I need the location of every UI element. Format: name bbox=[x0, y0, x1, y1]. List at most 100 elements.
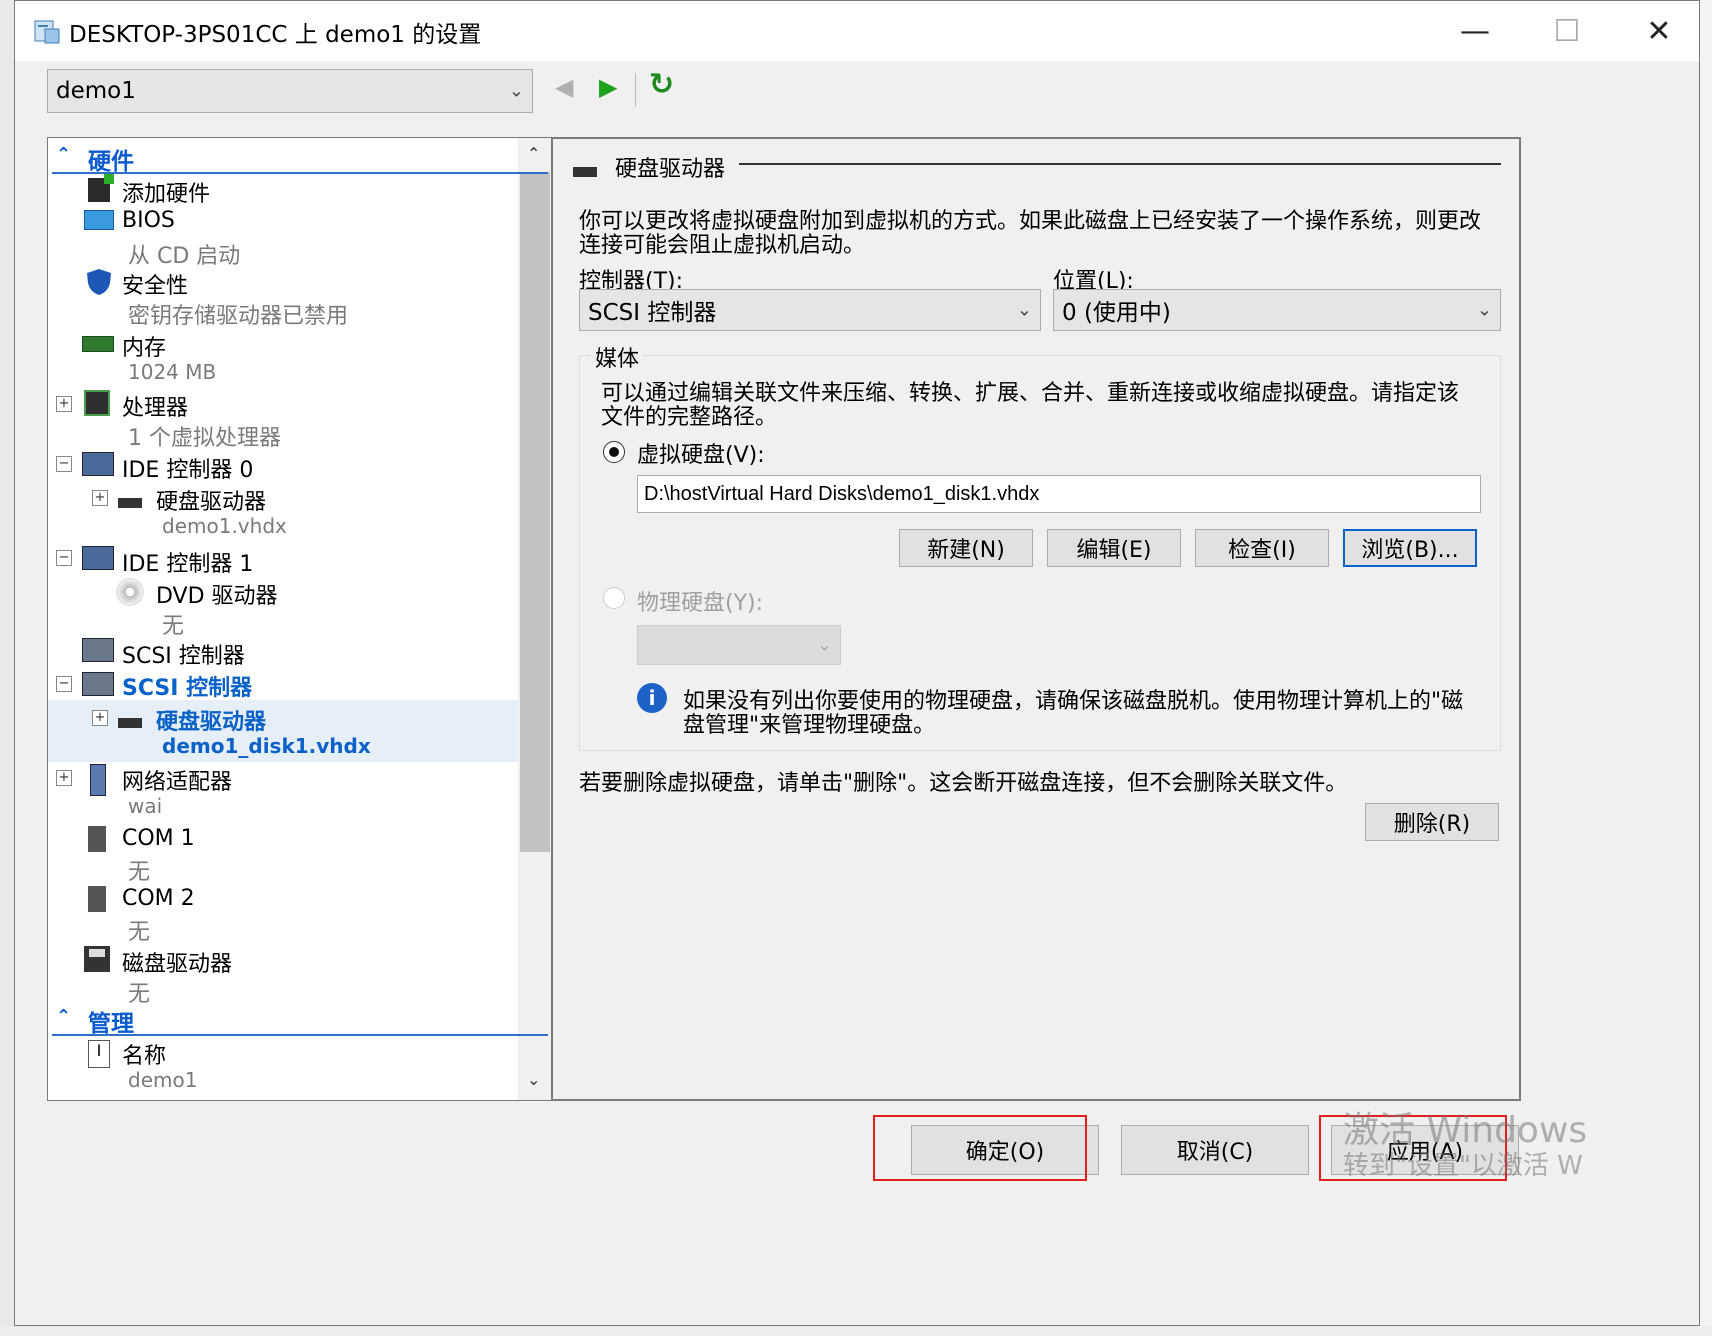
tree-scsi-disk-sub: demo1_disk1.vhdx bbox=[162, 734, 371, 758]
tree-bios-sub: 从 CD 启动 bbox=[128, 244, 241, 269]
tree-bios[interactable]: BIOS bbox=[122, 208, 175, 233]
tree-floppy[interactable]: 磁盘驱动器 bbox=[122, 946, 232, 978]
settings-window: DESKTOP-3PS01CC 上 demo1 的设置 — ☐ ✕ demo1 … bbox=[14, 0, 1700, 1326]
vm-selector[interactable]: demo1 ⌄ bbox=[47, 69, 533, 113]
shield-icon bbox=[86, 268, 112, 300]
scroll-down-icon[interactable]: ⌄ bbox=[527, 1070, 540, 1089]
new-button[interactable]: 新建(N) bbox=[899, 529, 1033, 567]
tree-com2-sub: 无 bbox=[128, 920, 151, 945]
management-section-header[interactable]: ⌃ 管理 bbox=[52, 1004, 548, 1037]
refresh-icon[interactable]: ↻ bbox=[649, 67, 674, 102]
physical-disk-radio[interactable] bbox=[603, 587, 625, 609]
hard-disk-icon bbox=[573, 167, 597, 177]
collapse-icon: ⌃ bbox=[56, 1006, 72, 1027]
activation-watermark-2: 转到"设置"以激活 W bbox=[1343, 1151, 1583, 1181]
tree-ide0-disk[interactable]: 硬盘驱动器 bbox=[156, 484, 266, 516]
com-port-icon bbox=[88, 826, 106, 852]
tree-memory-sub: 1024 MB bbox=[128, 360, 217, 384]
expand-icon[interactable]: + bbox=[92, 490, 108, 506]
toolbar-divider bbox=[635, 73, 636, 107]
vm-selector-value: demo1 bbox=[56, 78, 136, 104]
tree-com1[interactable]: COM 1 bbox=[122, 826, 195, 851]
tree-nic[interactable]: 网络适配器 bbox=[122, 764, 232, 796]
tree-scrollbar[interactable]: ⌃ ⌄ bbox=[518, 138, 552, 1100]
expand-icon[interactable]: + bbox=[56, 396, 72, 412]
edit-button[interactable]: 编辑(E) bbox=[1047, 529, 1181, 567]
hard-disk-icon bbox=[118, 718, 142, 728]
collapse-node-icon[interactable]: − bbox=[56, 456, 72, 472]
tree-name[interactable]: 名称 bbox=[122, 1038, 166, 1070]
detail-panel: 硬盘驱动器 你可以更改将虚拟硬盘附加到虚拟机的方式。如果此磁盘上已经安装了一个操… bbox=[551, 137, 1521, 1101]
tree-dvd-sub: 无 bbox=[162, 614, 185, 639]
controller-select[interactable]: SCSI 控制器 ⌄ bbox=[579, 289, 1041, 331]
tree-ide0-disk-sub: demo1.vhdx bbox=[162, 514, 287, 538]
tree-nic-sub: wai bbox=[128, 794, 163, 818]
vhd-path-input[interactable] bbox=[637, 475, 1481, 513]
location-select[interactable]: 0 (使用中) ⌄ bbox=[1053, 289, 1501, 331]
detail-heading: 硬盘驱动器 bbox=[615, 157, 726, 182]
hardware-tree-panel[interactable]: ⌃ ⌄ ⌃ 硬件 添加硬件 BIOS 从 CD 启动 安全性 密钥存储驱动器已禁… bbox=[47, 137, 553, 1101]
expand-icon[interactable]: + bbox=[92, 710, 108, 726]
browse-button[interactable]: 浏览(B)... bbox=[1343, 529, 1477, 567]
close-button[interactable]: ✕ bbox=[1613, 1, 1705, 61]
tree-ide1[interactable]: IDE 控制器 1 bbox=[122, 546, 253, 578]
vhd-radio[interactable] bbox=[603, 441, 625, 463]
info-text-2: 盘管理"来管理物理硬盘。 bbox=[683, 713, 936, 738]
tree-scsi-1[interactable]: SCSI 控制器 bbox=[122, 638, 245, 670]
scsi-controller-icon bbox=[82, 672, 114, 696]
name-field-icon: I bbox=[88, 1040, 110, 1068]
vhd-radio-label[interactable]: 虚拟硬盘(V): bbox=[637, 437, 765, 469]
ide-controller-icon bbox=[82, 452, 114, 476]
chevron-down-icon: ⌄ bbox=[1016, 299, 1032, 321]
hardware-section-header[interactable]: ⌃ 硬件 bbox=[52, 142, 548, 175]
tree-security[interactable]: 安全性 bbox=[122, 268, 188, 300]
hard-disk-icon bbox=[118, 498, 142, 508]
expand-icon[interactable]: + bbox=[56, 770, 72, 786]
tree-security-sub: 密钥存储驱动器已禁用 bbox=[128, 304, 349, 329]
chevron-down-icon: ⌄ bbox=[1476, 299, 1492, 321]
forward-icon[interactable]: ▶ bbox=[599, 73, 617, 101]
tree-name-sub: demo1 bbox=[128, 1068, 198, 1092]
intro-text-2: 连接可能会阻止虚拟机启动。 bbox=[579, 233, 866, 258]
tree-dvd[interactable]: DVD 驱动器 bbox=[156, 578, 278, 610]
dvd-icon bbox=[116, 578, 144, 606]
maximize-button[interactable]: ☐ bbox=[1521, 1, 1613, 61]
collapse-node-icon[interactable]: − bbox=[56, 676, 72, 692]
app-icon bbox=[33, 17, 61, 45]
tree-scsi-2[interactable]: SCSI 控制器 bbox=[122, 670, 252, 702]
tree-ide0[interactable]: IDE 控制器 0 bbox=[122, 452, 253, 484]
heading-rule bbox=[739, 163, 1501, 165]
minimize-button[interactable]: — bbox=[1429, 1, 1521, 61]
physical-disk-label[interactable]: 物理硬盘(Y): bbox=[637, 585, 763, 617]
ok-highlight-box bbox=[873, 1115, 1087, 1181]
tree-memory[interactable]: 内存 bbox=[122, 330, 166, 362]
controller-select-value: SCSI 控制器 bbox=[588, 300, 717, 326]
tree-add-hardware[interactable]: 添加硬件 bbox=[122, 176, 210, 208]
scrollbar-thumb[interactable] bbox=[520, 172, 550, 852]
remove-button[interactable]: 删除(R) bbox=[1365, 803, 1499, 841]
tree-scsi-disk[interactable]: 硬盘驱动器 bbox=[156, 704, 266, 736]
tree-com1-sub: 无 bbox=[128, 860, 151, 885]
collapse-icon: ⌃ bbox=[56, 144, 72, 165]
tree-com2[interactable]: COM 2 bbox=[122, 886, 195, 911]
media-label: 媒体 bbox=[591, 341, 644, 373]
desktop-bottom-strip bbox=[0, 1326, 1712, 1336]
inspect-button[interactable]: 检查(I) bbox=[1195, 529, 1329, 567]
title-bar[interactable]: DESKTOP-3PS01CC 上 demo1 的设置 — ☐ ✕ bbox=[15, 1, 1699, 61]
ide-controller-icon bbox=[82, 546, 114, 570]
physical-disk-select[interactable]: ⌄ bbox=[637, 625, 841, 665]
management-header-label: 管理 bbox=[88, 1011, 134, 1037]
tree-processor-sub: 1 个虚拟处理器 bbox=[128, 426, 281, 451]
scsi-controller-icon bbox=[82, 638, 114, 662]
cancel-button[interactable]: 取消(C) bbox=[1121, 1125, 1309, 1175]
info-icon: i bbox=[637, 683, 667, 713]
collapse-node-icon[interactable]: − bbox=[56, 550, 72, 566]
media-desc-2: 文件的完整路径。 bbox=[601, 405, 778, 430]
remove-hint-text: 若要删除虚拟硬盘，请单击"删除"。这会断开磁盘连接，但不会删除关联文件。 bbox=[579, 771, 1348, 796]
back-icon[interactable]: ◀ bbox=[555, 73, 573, 101]
chevron-down-icon: ⌄ bbox=[508, 80, 524, 102]
processor-icon bbox=[84, 390, 110, 416]
location-select-value: 0 (使用中) bbox=[1062, 300, 1171, 326]
window-title: DESKTOP-3PS01CC 上 demo1 的设置 bbox=[69, 22, 482, 48]
tree-processor[interactable]: 处理器 bbox=[122, 390, 188, 422]
